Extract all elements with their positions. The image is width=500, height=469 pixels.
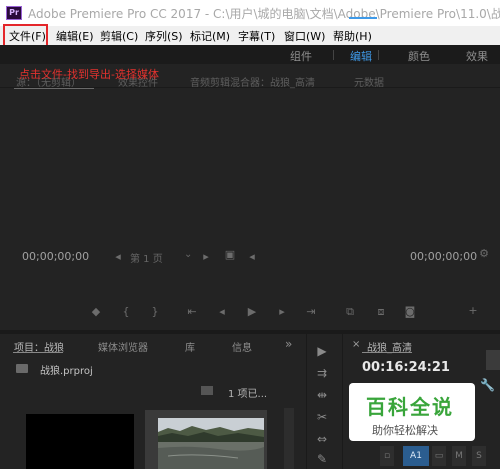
- file-menu-highlight-box: [3, 24, 48, 47]
- window-title: Adobe Premiere Pro CC 2017 - C:\用户\城的电脑\…: [28, 7, 500, 21]
- page-next-icon[interactable]: ▸: [199, 251, 213, 263]
- export-frame-icon[interactable]: ◙: [403, 306, 417, 318]
- folder-icon: [16, 364, 28, 373]
- mark-out-icon[interactable]: }: [148, 306, 162, 318]
- workspace-separator: [378, 50, 379, 60]
- sequence-tab-underline: [362, 352, 412, 353]
- scroll-handle-icon[interactable]: ◂: [245, 251, 259, 263]
- tab-audio-clip-mixer[interactable]: 音频剪辑混合器：战狼_高清: [190, 74, 315, 89]
- menu-help[interactable]: 帮助(H): [333, 28, 372, 44]
- premiere-app-icon: Pr: [6, 6, 22, 20]
- zoom-icon[interactable]: ▣: [223, 249, 237, 261]
- razor-tool-icon[interactable]: ✂: [315, 410, 329, 424]
- tab-media-browser[interactable]: 媒体浏览器: [98, 339, 148, 354]
- source-timecode-in[interactable]: 00;00;00;00: [22, 250, 89, 263]
- solo-track-button[interactable]: S: [472, 446, 486, 466]
- river-scene-image: [158, 418, 264, 469]
- menu-sequence[interactable]: 序列(S): [145, 28, 183, 44]
- tutorial-annotation: 点击文件-找到导出-选择媒体: [19, 68, 159, 81]
- watermark-subtitle: 助你轻松解决: [372, 424, 438, 437]
- workspace-tab-effects[interactable]: 效果: [466, 48, 488, 64]
- timeline-ruler[interactable]: [486, 350, 500, 370]
- track-lock-icon[interactable]: ▭: [432, 446, 446, 466]
- add-button-icon[interactable]: +: [466, 305, 480, 317]
- workspace-tab-editing[interactable]: 编辑: [350, 48, 372, 64]
- chevron-down-icon: ⌄: [184, 249, 193, 260]
- page-select-value: 第 1 页: [130, 254, 163, 265]
- page-select[interactable]: 第 1 页 ⌄: [120, 249, 200, 265]
- item-count: 1 项已...: [228, 389, 268, 400]
- menu-bar: 文件(F) 编辑(E) 剪辑(C) 序列(S) 标记(M) 字幕(T) 窗口(W…: [0, 26, 500, 45]
- overwrite-icon[interactable]: ⧈: [374, 306, 388, 318]
- clip-thumbnail-black[interactable]: [26, 414, 134, 469]
- mute-track-button[interactable]: M: [452, 446, 466, 466]
- source-monitor-panel: [0, 64, 500, 330]
- go-to-in-icon[interactable]: ⇤: [185, 306, 199, 318]
- project-scrollbar[interactable]: [284, 408, 294, 469]
- add-marker-icon[interactable]: ◆: [89, 306, 103, 318]
- go-to-out-icon[interactable]: ⇥: [304, 306, 318, 318]
- slip-tool-icon[interactable]: ⇔: [315, 432, 329, 446]
- project-file-name: 战狼.prproj: [40, 366, 93, 377]
- settings-icon[interactable]: ⚙: [477, 248, 491, 260]
- bin-icon[interactable]: [201, 386, 213, 395]
- pen-tool-icon[interactable]: ✎: [315, 452, 329, 466]
- step-back-icon[interactable]: ◂: [215, 306, 229, 318]
- tab-metadata[interactable]: 元数据: [354, 74, 384, 89]
- track-select-tool-icon[interactable]: ⇉: [315, 366, 329, 380]
- insert-icon[interactable]: ⧉: [343, 306, 357, 318]
- workspace-tab-color[interactable]: 颜色: [408, 48, 430, 64]
- menu-clip[interactable]: 剪辑(C): [100, 28, 138, 44]
- tab-libraries[interactable]: 库: [185, 339, 195, 354]
- play-icon[interactable]: ▶: [245, 306, 259, 318]
- clip-thumbnail-video[interactable]: [158, 418, 264, 469]
- selection-tool-icon[interactable]: ▶: [315, 344, 329, 358]
- workspace-tab-assembly[interactable]: 组件: [290, 48, 312, 64]
- workspace-active-underline: [349, 17, 377, 19]
- menu-edit[interactable]: 编辑(E): [56, 28, 94, 44]
- ripple-edit-tool-icon[interactable]: ⇹: [315, 388, 329, 402]
- playhead-timecode[interactable]: 00:16:24:21: [362, 360, 450, 375]
- close-icon[interactable]: ×: [352, 339, 360, 350]
- tab-info[interactable]: 信息: [232, 339, 252, 354]
- menu-marker[interactable]: 标记(M): [190, 28, 230, 44]
- step-forward-icon[interactable]: ▸: [275, 306, 289, 318]
- project-tab-underline: [13, 352, 63, 353]
- source-timecode-out: 00;00;00;00: [410, 250, 478, 263]
- mark-in-icon[interactable]: {: [119, 306, 133, 318]
- menu-title[interactable]: 字幕(T): [238, 28, 275, 44]
- panel-overflow-icon[interactable]: »: [285, 337, 292, 351]
- watermark-title: 百科全说: [366, 395, 454, 419]
- workspace-separator: [333, 50, 334, 60]
- track-toggle-icon[interactable]: ▫: [380, 446, 394, 466]
- wrench-icon[interactable]: 🔧: [480, 378, 495, 392]
- source-tab-underline: [14, 88, 94, 89]
- menu-window[interactable]: 窗口(W): [284, 28, 325, 44]
- track-a1-target[interactable]: A1: [403, 446, 429, 466]
- workspace-bar: 组件 编辑 颜色 效果: [0, 45, 500, 64]
